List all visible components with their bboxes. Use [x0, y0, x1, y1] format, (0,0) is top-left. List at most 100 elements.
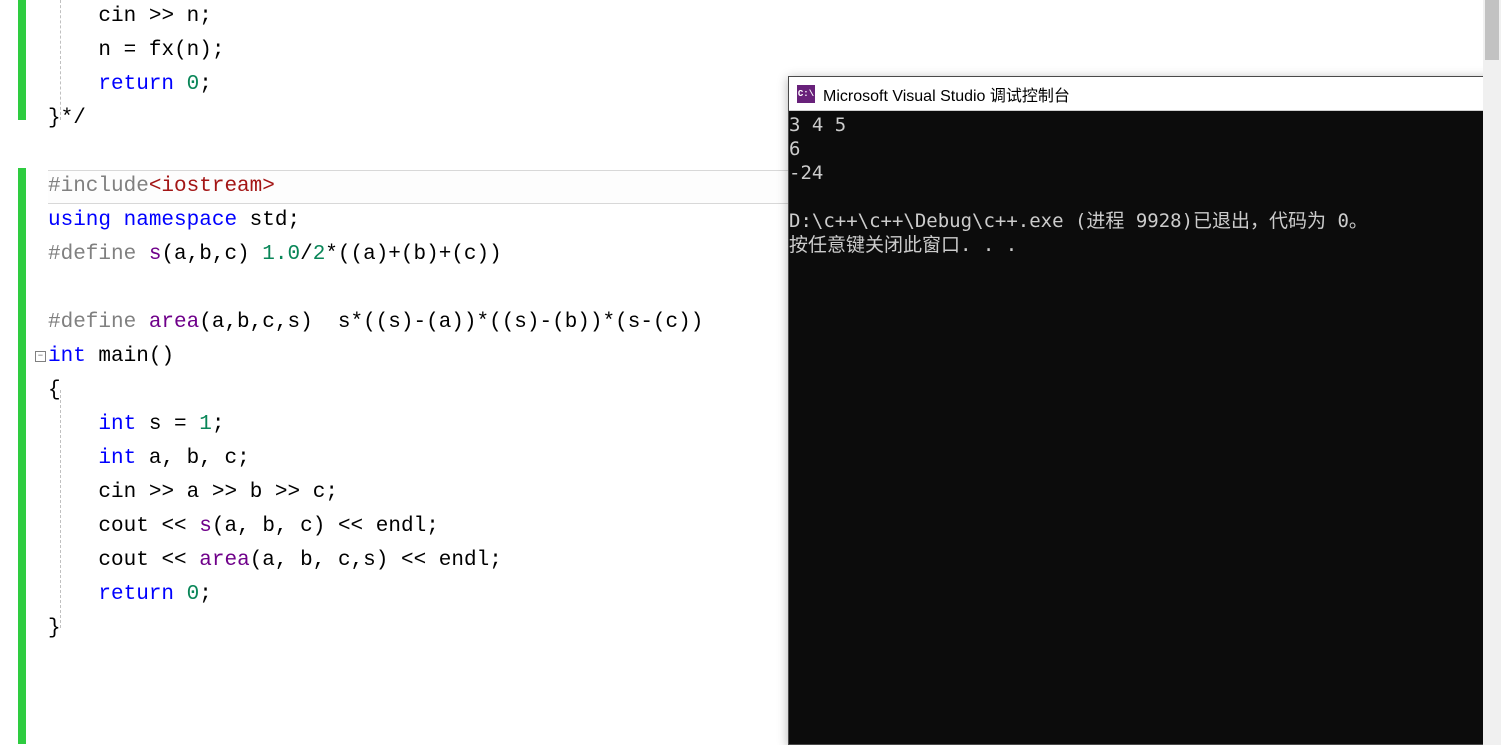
token-op: >>	[136, 481, 186, 504]
token-op	[136, 413, 149, 436]
token-id: b	[300, 549, 313, 572]
token-id: b	[187, 447, 200, 470]
token-op: ;	[489, 549, 502, 572]
token-kw: return	[98, 583, 174, 606]
token-op: ;	[212, 413, 225, 436]
console-output[interactable]: 3 4 5 6 -24 D:\c++\c++\Debug\c++.exe (进程…	[789, 111, 1500, 744]
token-op	[237, 209, 250, 232]
token-type: int	[98, 413, 136, 436]
console-title: Microsoft Visual Studio 调试控制台	[823, 82, 1070, 106]
token-op: *((a)+(b)+(c))	[325, 243, 501, 266]
code-line[interactable]: #include<iostream>	[48, 170, 703, 204]
code-line[interactable]: n = fx(n);	[48, 34, 703, 68]
token-op: (	[174, 39, 187, 62]
token-id: cin	[98, 481, 136, 504]
code-line[interactable]: return 0;	[48, 68, 703, 102]
token-op: ,	[237, 515, 262, 538]
token-op	[136, 447, 149, 470]
code-line[interactable]: int a, b, c;	[48, 442, 703, 476]
code-line[interactable]: #define s(a,b,c) 1.0/2*((a)+(b)+(c))	[48, 238, 703, 272]
token-op: ) <<	[313, 515, 376, 538]
token-op	[111, 209, 124, 232]
token-op	[136, 243, 149, 266]
token-op: ,	[275, 549, 300, 572]
token-kw: using	[48, 209, 111, 232]
code-line[interactable]: cout << area(a, b, c,s) << endl;	[48, 544, 703, 578]
token-op: }*/	[48, 107, 86, 130]
code-line[interactable]: cout << s(a, b, c) << endl;	[48, 510, 703, 544]
token-id: c	[300, 515, 313, 538]
token-fn: fx	[149, 39, 174, 62]
token-macro: s	[199, 515, 212, 538]
token-op	[174, 583, 187, 606]
code-line[interactable]: cin >> a >> b >> c;	[48, 476, 703, 510]
token-op: (a,b,c)	[161, 243, 262, 266]
token-op: >>	[136, 5, 186, 28]
code-line[interactable]: cin >> n;	[48, 0, 703, 34]
token-op	[136, 311, 149, 334]
token-op: ,	[161, 447, 186, 470]
code-line[interactable]: return 0;	[48, 578, 703, 612]
token-id: c	[313, 481, 326, 504]
token-op: ;	[287, 209, 300, 232]
scrollbar-thumb[interactable]	[1485, 0, 1499, 60]
token-op: ,	[199, 447, 224, 470]
token-id: a	[149, 447, 162, 470]
token-id: endl	[376, 515, 426, 538]
token-fn: main	[98, 345, 148, 368]
token-kw: return	[98, 73, 174, 96]
code-line[interactable]: }	[48, 612, 703, 646]
code-line[interactable]: int s = 1;	[48, 408, 703, 442]
token-op: (a,b,c,s) s*((s)-(a))*((s)-(b))*(s-(c))	[199, 311, 703, 334]
token-num: 0	[187, 73, 200, 96]
token-op: );	[199, 39, 224, 62]
token-op: >>	[262, 481, 312, 504]
token-id: a	[262, 549, 275, 572]
editor-gutter: −	[0, 0, 48, 745]
token-type: int	[98, 447, 136, 470]
code-line[interactable]	[48, 136, 703, 170]
code-line[interactable]	[48, 272, 703, 306]
change-indicator	[18, 0, 26, 120]
token-op: ;	[426, 515, 439, 538]
token-id: b	[250, 481, 263, 504]
token-id: n	[187, 39, 200, 62]
token-macro: s	[149, 243, 162, 266]
token-op: ;	[199, 5, 212, 28]
token-num: 0	[187, 583, 200, 606]
token-id: s	[149, 413, 162, 436]
code-line[interactable]: #define area(a,b,c,s) s*((s)-(a))*((s)-(…	[48, 306, 703, 340]
token-op: ;	[199, 73, 212, 96]
code-content[interactable]: cin >> n; n = fx(n); return 0; }*/ #includ…	[48, 0, 703, 646]
token-id: a	[187, 481, 200, 504]
token-op: >>	[199, 481, 249, 504]
token-op: ) <<	[376, 549, 439, 572]
debug-console-window[interactable]: C:\ Microsoft Visual Studio 调试控制台 3 4 5 …	[788, 76, 1501, 745]
token-op: <<	[149, 549, 199, 572]
token-op: ,	[351, 549, 364, 572]
token-id: cout	[98, 515, 148, 538]
fold-toggle-icon[interactable]: −	[35, 351, 46, 362]
token-id: cout	[98, 549, 148, 572]
code-line[interactable]: {	[48, 374, 703, 408]
token-op: ;	[237, 447, 250, 470]
token-id: s	[363, 549, 376, 572]
token-op: (	[212, 515, 225, 538]
token-op: ;	[325, 481, 338, 504]
code-line[interactable]: int main()	[48, 340, 703, 374]
code-line[interactable]: using namespace std;	[48, 204, 703, 238]
code-line[interactable]: }*/	[48, 102, 703, 136]
token-op	[86, 345, 99, 368]
token-str: <iostream>	[149, 175, 275, 198]
token-op: }	[48, 617, 61, 640]
token-op	[174, 73, 187, 96]
change-indicator	[18, 168, 26, 744]
token-kw: namespace	[124, 209, 237, 232]
token-num: 1.0	[262, 243, 300, 266]
vertical-scrollbar[interactable]	[1483, 0, 1501, 745]
console-titlebar[interactable]: C:\ Microsoft Visual Studio 调试控制台	[789, 77, 1500, 111]
token-pp: #define	[48, 243, 136, 266]
token-op: =	[111, 39, 149, 62]
token-op: ()	[149, 345, 174, 368]
token-op: ;	[199, 583, 212, 606]
